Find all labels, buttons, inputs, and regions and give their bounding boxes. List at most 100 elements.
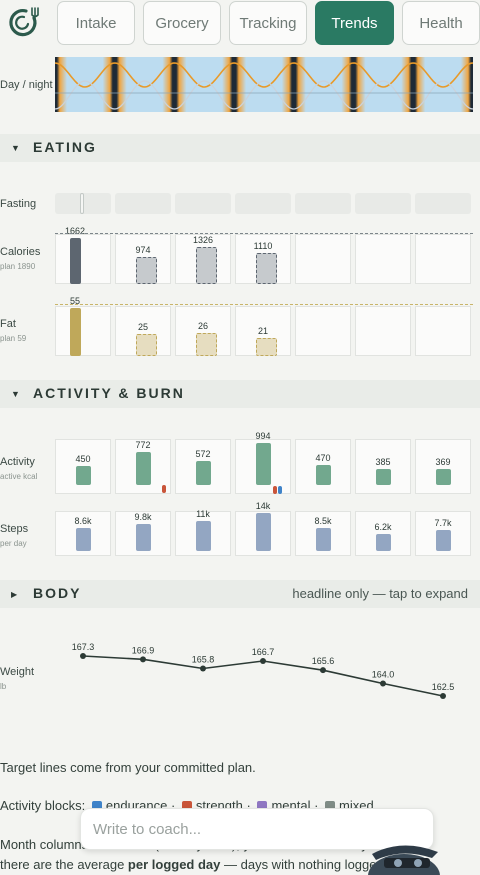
tab-health[interactable]: Health [402,1,480,45]
calories-value: 1662 [64,226,86,236]
tab-grocery[interactable]: Grocery [143,1,221,45]
section-body[interactable]: ▶ BODY headline only — tap to expand [0,580,480,608]
weight-value: 165.8 [192,655,215,665]
strength-block-icon [162,485,166,493]
steps-value: 9.8k [134,512,152,523]
fat-plan-line [55,304,473,305]
fat-label: Fat [0,318,16,330]
section-hint[interactable]: headline only — tap to expand [292,586,468,601]
activity-value: 470 [315,453,331,464]
steps-value: 6.2k [374,522,392,533]
daynight-label: Day / night [0,79,53,91]
calories-cell [355,234,411,284]
steps-bar [255,513,271,551]
weight-value: 166.7 [252,647,275,657]
fasting-label: Fasting [0,198,37,210]
calorie-plan-line [55,233,473,234]
steps-bar [195,521,211,551]
steps-value: 8.5k [314,515,332,526]
fasting-marker [80,193,84,214]
steps-sub: per day [0,539,27,548]
activity-value: 369 [435,457,451,468]
fat-bar [255,337,277,356]
steps-bar [75,527,91,551]
weight-value: 162.5 [432,682,455,692]
fat-cell [55,306,111,356]
weight-point [440,693,446,699]
section-eating[interactable]: ▼ EATING [0,134,480,162]
fat-value: 21 [257,325,268,336]
activity-bar [75,465,91,485]
weight-point [380,680,386,687]
coach-avatar-icon[interactable] [362,836,446,875]
tab-tracking[interactable]: Tracking [229,1,307,45]
fat-value: 26 [197,321,208,332]
activity-label: Activity [0,456,35,468]
calories-bar [255,253,277,284]
app-logo-icon[interactable] [6,6,40,40]
weight-point [140,656,146,663]
calories-plan: plan 1890 [0,262,36,271]
calories-cell [295,234,351,284]
activity-value: 572 [195,448,211,459]
weight-value: 167.3 [72,642,95,652]
weight-label: Weight [0,666,35,678]
section-activity[interactable]: ▼ ACTIVITY & BURN [0,380,480,408]
calories-label: Calories [0,246,41,258]
steps-bar [435,530,451,551]
fat-cell [295,306,351,356]
calories-bar [195,247,217,284]
weight-value: 166.9 [132,645,155,655]
weight-value: 165.6 [312,656,335,666]
footnote-plan: Target lines come from your committed pl… [0,760,256,775]
fasting-cell [415,193,471,214]
collapse-triangle-icon[interactable]: ▼ [11,389,20,399]
activity-bar [435,469,451,485]
activity-bar [135,452,151,485]
weight-point [320,667,326,674]
blocks-prefix: Activity blocks: [0,798,86,813]
weight-unit: lb [0,682,7,691]
calories-value: 1110 [253,241,273,252]
fasting-cell [355,193,411,214]
steps-value: 11k [196,509,210,520]
steps-label: Steps [0,523,29,535]
steps-value: 8.6k [74,515,92,526]
fat-value: 25 [137,322,148,333]
activity-bar [255,443,271,485]
steps-value: 14k [255,501,271,511]
weight-value: 164.0 [372,670,395,680]
fat-bar [195,333,217,356]
activity-value: 994 [255,431,271,441]
fat-bar [69,308,81,356]
steps-bar [315,527,331,551]
steps-bar [135,524,151,551]
section-title: ACTIVITY & BURN [33,385,185,401]
calories-value: 1326 [192,235,214,246]
activity-value: 450 [75,453,91,464]
weight-point [260,658,266,664]
weight-chart: 167.3 166.9 165.8 166.7 165.6 164.0 162.5 [72,642,455,699]
calories-bar [135,257,157,284]
activity-bar [195,460,211,485]
fat-plan: plan 59 [0,334,27,343]
activity-value: 385 [375,456,391,467]
tab-trends[interactable]: Trends [315,1,394,45]
fat-cell [355,306,411,356]
steps-value: 7.7k [434,518,452,529]
calories-value: 974 [135,245,151,256]
fasting-cell [175,193,231,214]
fasting-cell [235,193,291,214]
calories-bar [69,238,81,284]
calories-cell [55,234,111,284]
weight-point [80,653,86,659]
steps-bar [375,534,391,551]
activity-value: 772 [135,440,151,451]
expand-triangle-icon[interactable]: ▶ [11,590,17,599]
activity-sub: active kcal [0,472,38,481]
collapse-triangle-icon[interactable]: ▼ [11,143,20,153]
section-title: EATING [33,139,97,155]
tab-intake[interactable]: Intake [57,1,135,45]
daynight-strip [55,57,473,112]
footnote-average-a: there are the average [0,857,128,872]
